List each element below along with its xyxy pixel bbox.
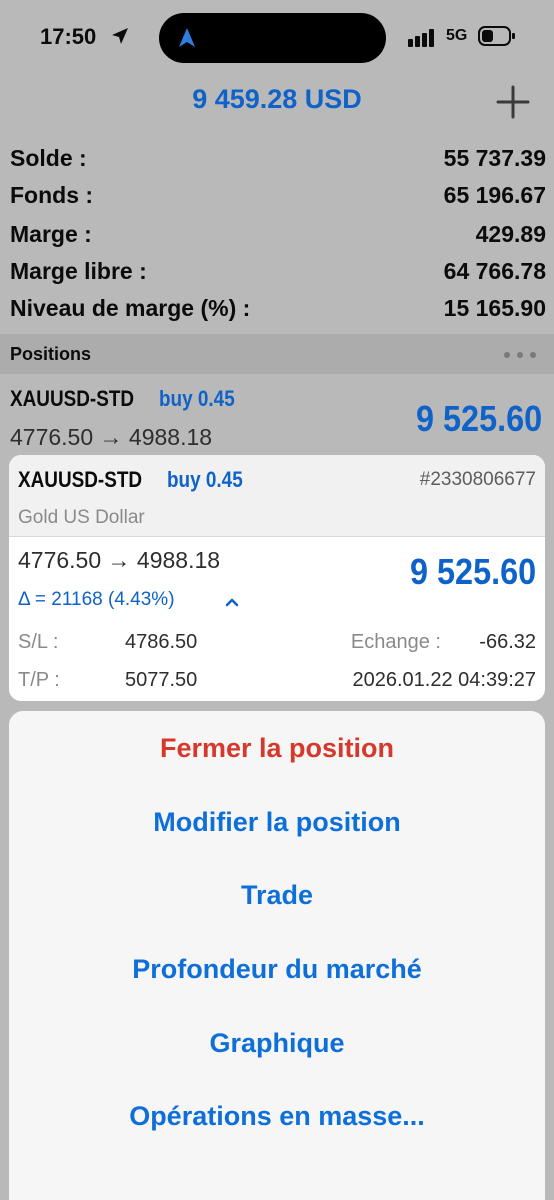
sl-label: S/L : [18, 631, 59, 653]
margin-level-row: Niveau de marge (%) : 15 165.90 [10, 292, 546, 326]
positions-title: Positions [10, 344, 92, 364]
equity-label: Fonds : [10, 182, 94, 208]
detail-profit: 9 525.60 [409, 551, 536, 592]
detail-delta[interactable]: Δ = 21168 (4.43%) [18, 589, 175, 611]
position-prices: 4776.50 → 4988.18 [10, 424, 213, 450]
detail-description: Gold US Dollar [18, 507, 145, 528]
bulk-operations-button[interactable]: Opérations en masse... [9, 1101, 545, 1132]
network-label: 5G [446, 27, 468, 44]
status-bar: 17:50 5G [0, 0, 554, 70]
modify-position-button[interactable]: Modifier la position [9, 807, 545, 838]
swap-label: Echange : [350, 631, 441, 653]
position-symbol: XAUUSD-STD [10, 386, 135, 411]
plus-icon[interactable] [494, 83, 532, 121]
margin-level-label: Niveau de marge (%) : [10, 295, 251, 321]
positions-section-header: Positions [0, 334, 554, 374]
detail-prices: 4776.50 → 4988.18 [18, 547, 221, 573]
trade-button[interactable]: Trade [9, 880, 545, 911]
equity-value: 65 196.67 [443, 182, 546, 208]
margin-level-value: 15 165.90 [443, 295, 546, 321]
detail-symbol: XAUUSD-STD [18, 467, 143, 492]
detail-title: XAUUSD-STD buy 0.45 [18, 467, 255, 493]
position-side: buy 0.45 [158, 386, 235, 411]
equity-title[interactable]: 9 459.28 USD [0, 84, 554, 115]
chart-button[interactable]: Graphique [9, 1028, 545, 1059]
balance-value: 55 737.39 [443, 145, 546, 171]
margin-row: Marge : 429.89 [10, 218, 546, 252]
location-arrow-icon [112, 28, 128, 44]
position-detail-card: XAUUSD-STD buy 0.45 #2330806677 Gold US … [9, 455, 545, 701]
swap-value: -66.32 [479, 631, 536, 653]
position-row[interactable]: XAUUSD-STD buy 0.45 4776.50 → 4988.18 9 … [0, 380, 554, 452]
status-time: 17:50 [40, 24, 97, 49]
free-margin-row: Marge libre : 64 766.78 [10, 255, 546, 289]
signal-bars-icon [408, 29, 434, 47]
navigation-arrow-icon [179, 28, 195, 47]
position-profit: 9 525.60 [415, 398, 542, 439]
tp-label: T/P : [18, 669, 60, 691]
free-margin-label: Marge libre : [10, 258, 147, 284]
battery-icon [478, 26, 515, 46]
market-depth-button[interactable]: Profondeur du marché [9, 954, 545, 985]
free-margin-value: 64 766.78 [443, 258, 546, 284]
balance-label: Solde : [10, 145, 87, 171]
tp-value: 5077.50 [125, 669, 198, 691]
detail-header: XAUUSD-STD buy 0.45 #2330806677 Gold US … [9, 455, 545, 537]
action-sheet: Fermer la position Modifier la position … [9, 711, 545, 1200]
open-time: 2026.01.22 04:39:27 [352, 669, 536, 691]
sl-value: 4786.50 [125, 631, 198, 653]
balance-row: Solde : 55 737.39 [10, 142, 546, 176]
equity-row: Fonds : 65 196.67 [10, 179, 546, 213]
chevron-up-icon[interactable] [225, 597, 239, 607]
detail-side: buy 0.45 [166, 467, 243, 492]
margin-label: Marge : [10, 221, 92, 247]
dynamic-island [159, 13, 386, 63]
margin-value: 429.89 [475, 221, 546, 247]
close-position-button[interactable]: Fermer la position [9, 733, 545, 764]
more-dots-icon[interactable] [503, 351, 537, 359]
position-title: XAUUSD-STD buy 0.45 [10, 386, 247, 412]
detail-ticket: #2330806677 [419, 469, 536, 490]
